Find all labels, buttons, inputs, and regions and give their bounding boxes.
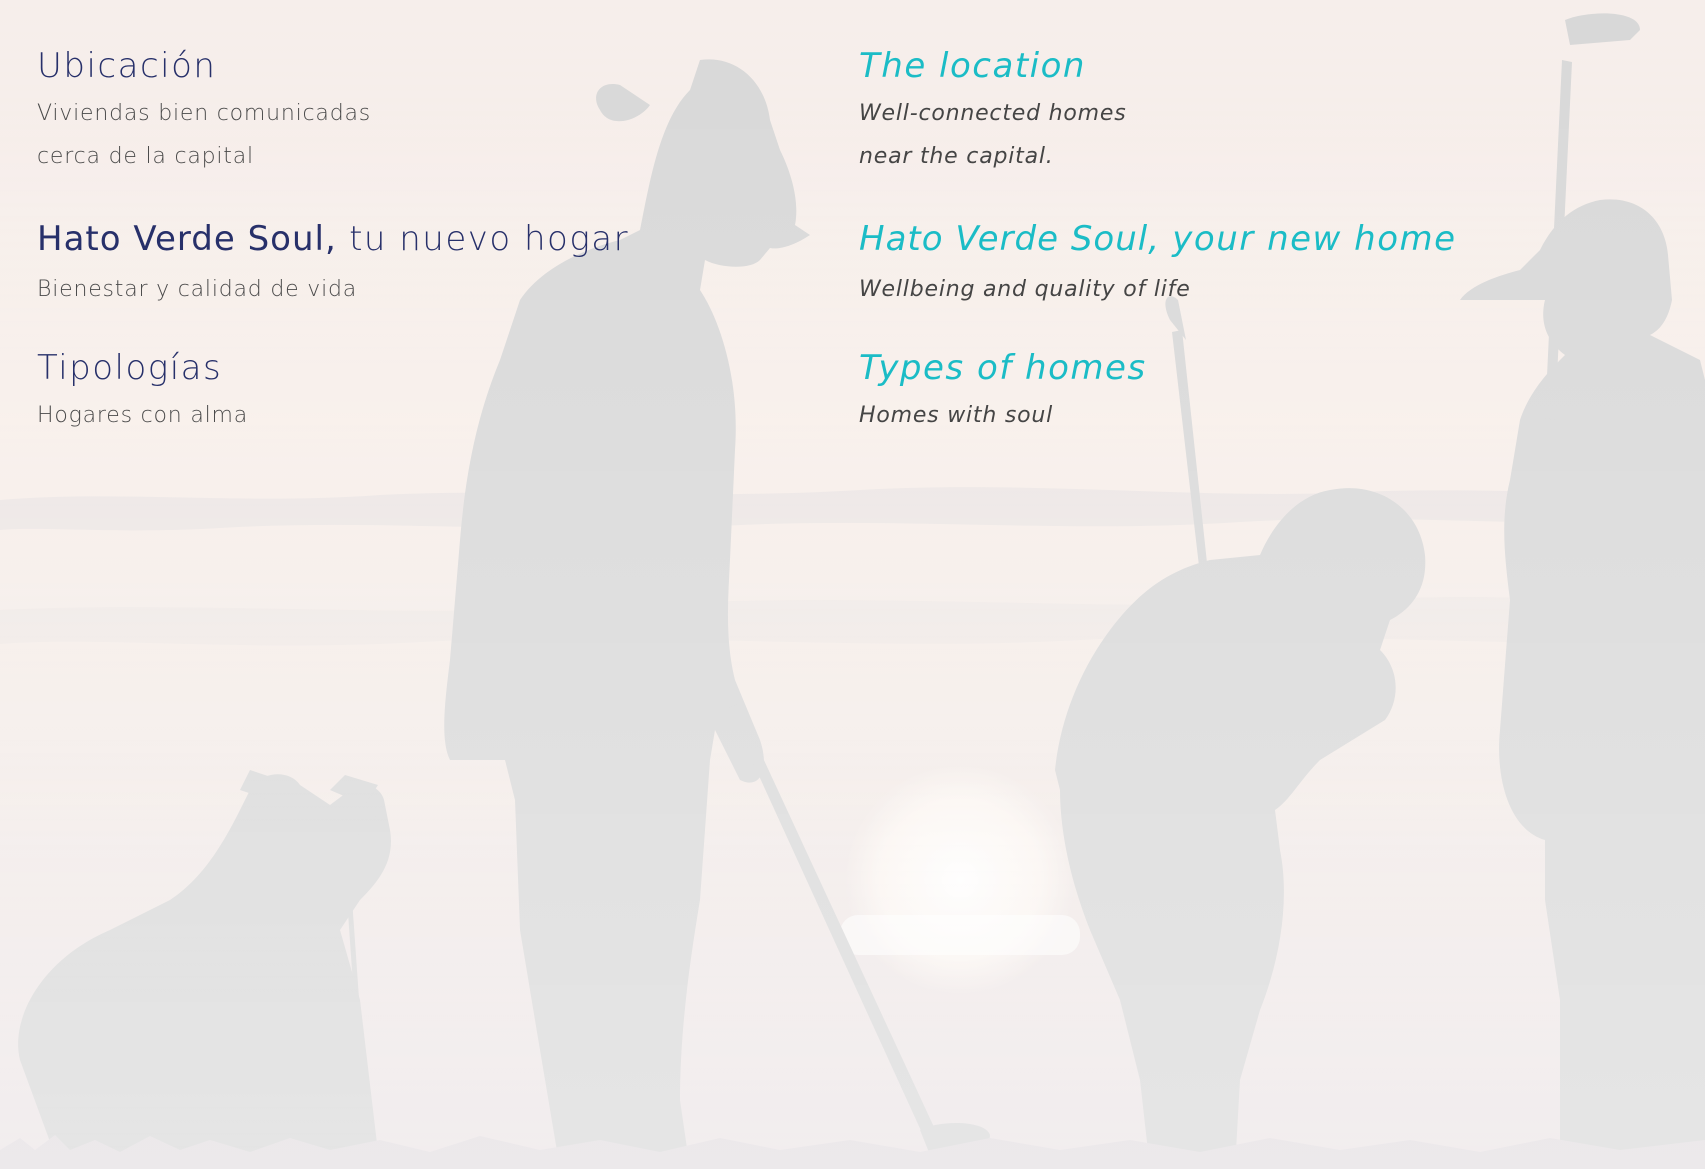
home-heading-rest-es: tu nuevo hogar — [336, 219, 630, 259]
location-line-2-es: cerca de la capital — [37, 144, 254, 169]
location-heading-es: Ubicación — [37, 46, 217, 86]
home-heading-en: Hato Verde Soul, your new home — [859, 210, 1579, 268]
types-line-1-es: Hogares con alma — [37, 403, 249, 428]
home-section-en: Hato Verde Soul, your new home Wellbeing… — [859, 210, 1579, 311]
location-line-1-es: Viviendas bien comunicadas — [37, 101, 372, 126]
home-line-1-en: Wellbeing and quality of life — [859, 277, 1191, 302]
types-heading-es: Tipologías — [37, 348, 223, 388]
location-section-en: The location Well-connected homes near t… — [859, 40, 1579, 178]
location-heading-en: The location — [859, 46, 1086, 86]
home-heading-es: Hato Verde Soul, tu nuevo hogar — [37, 210, 757, 268]
location-line-2-en: near the capital. — [859, 144, 1054, 169]
types-section-es: Tipologías Hogares con alma — [37, 342, 757, 437]
bilingual-content: Ubicación Viviendas bien comunicadas cer… — [0, 0, 1705, 1169]
location-line-1-en: Well-connected homes — [859, 101, 1127, 126]
types-section-en: Types of homes Homes with soul — [859, 342, 1579, 437]
home-section-es: Hato Verde Soul, tu nuevo hogar Bienesta… — [37, 210, 757, 311]
location-section-es: Ubicación Viviendas bien comunicadas cer… — [37, 40, 757, 178]
home-heading-rest-en: your new home — [1160, 219, 1457, 259]
brand-name-en: Hato Verde Soul, — [859, 219, 1160, 259]
types-heading-en: Types of homes — [859, 348, 1147, 388]
home-line-1-es: Bienestar y calidad de vida — [37, 277, 358, 302]
types-line-1-en: Homes with soul — [859, 403, 1054, 428]
brand-name-es: Hato Verde Soul, — [37, 219, 337, 259]
